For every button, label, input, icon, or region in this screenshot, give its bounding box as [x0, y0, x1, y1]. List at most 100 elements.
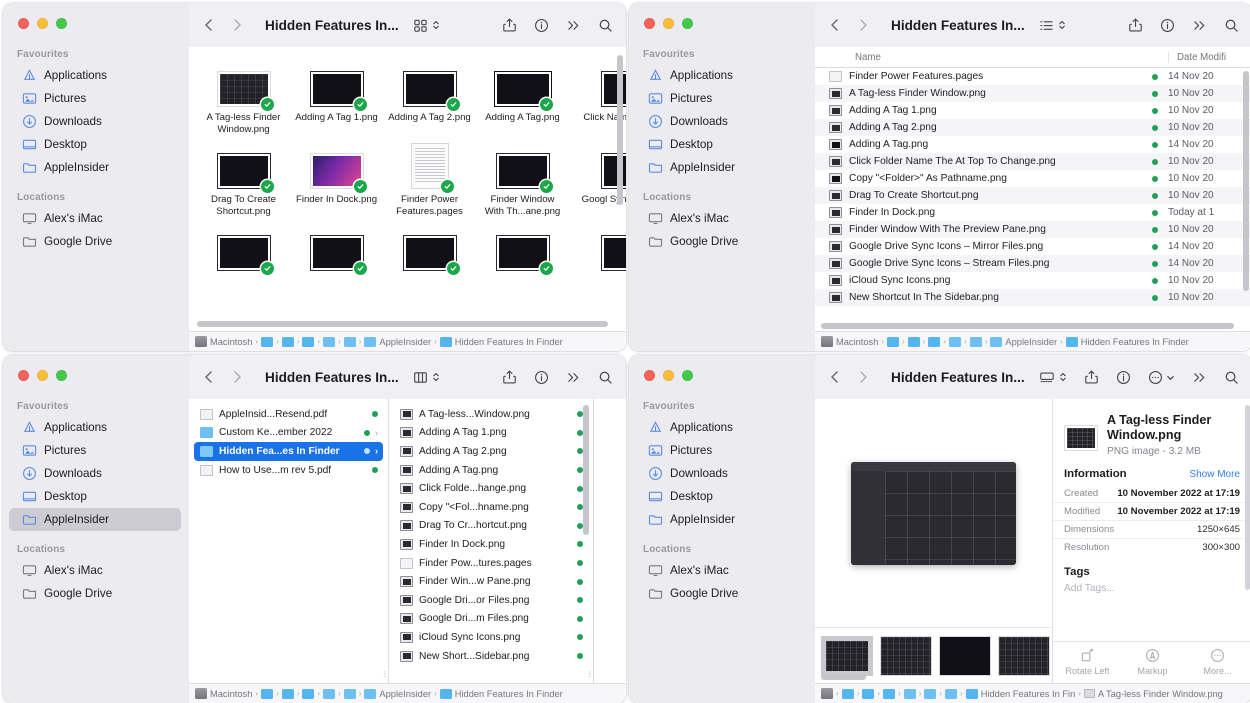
zoom-button[interactable]: [682, 370, 693, 381]
sidebar-item-appleinsider[interactable]: AppleInsider: [9, 156, 181, 179]
back-button[interactable]: [827, 369, 843, 385]
view-switcher[interactable]: [1039, 18, 1067, 33]
forward-button[interactable]: [229, 17, 245, 33]
zoom-button[interactable]: [56, 18, 67, 29]
list-item[interactable]: Google Dri...or Files.png: [394, 591, 588, 610]
forward-button[interactable]: [229, 369, 245, 385]
list-item[interactable]: iCloud Sync Icons.png: [394, 628, 588, 647]
table-row[interactable]: Adding A Tag.png 14 Nov 20: [815, 136, 1250, 153]
table-row[interactable]: Drag To Create Shortcut.png 10 Nov 20: [815, 187, 1250, 204]
finder-window-column-view[interactable]: Favourites Applications Pictures Downloa…: [3, 355, 626, 703]
breadcrumb-item[interactable]: [323, 688, 336, 699]
chevron-down-icon[interactable]: [1166, 373, 1175, 382]
sidebar-item-google-drive[interactable]: Google Drive: [9, 582, 181, 605]
zoom-button[interactable]: [56, 370, 67, 381]
breadcrumb-item-macintosh[interactable]: Macintosh: [195, 688, 252, 699]
file-item[interactable]: A Tag-less Finder Window.png: [197, 59, 290, 135]
table-row[interactable]: Adding A Tag 2.png 10 Nov 20: [815, 119, 1250, 136]
file-item[interactable]: [197, 223, 290, 276]
sidebar-item-downloads[interactable]: Downloads: [9, 462, 181, 485]
chevron-up-down-icon[interactable]: [1057, 18, 1067, 32]
window-traffic-lights[interactable]: [18, 18, 67, 29]
breadcrumb-item[interactable]: [887, 336, 900, 347]
breadcrumb-item[interactable]: [924, 688, 937, 699]
close-button[interactable]: [18, 18, 29, 29]
close-button[interactable]: [18, 370, 29, 381]
sidebar[interactable]: Favourites Applications Pictures Downloa…: [629, 3, 815, 351]
list-item[interactable]: Adding A Tag 1.png: [394, 424, 588, 443]
breadcrumb-item[interactable]: [903, 688, 916, 699]
window-traffic-lights[interactable]: [644, 18, 693, 29]
breadcrumb-item[interactable]: [323, 336, 336, 347]
nav-buttons[interactable]: [201, 369, 245, 385]
minimize-button[interactable]: [37, 18, 48, 29]
breadcrumb-item[interactable]: [343, 688, 356, 699]
back-button[interactable]: [201, 17, 217, 33]
column-header-date[interactable]: Date Modifi: [1168, 51, 1250, 63]
list-item[interactable]: Click Folde...hange.png: [394, 479, 588, 498]
sidebar-item-appleinsider[interactable]: AppleInsider: [635, 156, 807, 179]
share-icon[interactable]: [1084, 369, 1099, 385]
breadcrumb-item[interactable]: [862, 688, 875, 699]
filmstrip-thumbnail-selected[interactable]: [821, 635, 873, 676]
sidebar-item-pictures[interactable]: Pictures: [9, 87, 181, 110]
breadcrumb-item-current[interactable]: Hidden Features In Finder: [439, 688, 563, 699]
nav-buttons[interactable]: [827, 369, 871, 385]
table-row[interactable]: Click Folder Name The At Top To Change.p…: [815, 153, 1250, 170]
breadcrumb-item-current[interactable]: Hidden Features In Finder: [439, 336, 563, 347]
sidebar-item-desktop[interactable]: Desktop: [9, 133, 181, 156]
forward-button[interactable]: [855, 369, 871, 385]
close-button[interactable]: [644, 18, 655, 29]
toolbar[interactable]: Hidden Features In...: [189, 3, 626, 47]
breadcrumb-item[interactable]: [928, 336, 941, 347]
sidebar-item-desktop[interactable]: Desktop: [635, 133, 807, 156]
finder-window-list-view[interactable]: Favourites Applications Pictures Downloa…: [629, 3, 1250, 351]
finder-window-icon-view[interactable]: Favourites Applications Pictures Downloa…: [3, 3, 626, 351]
preview-actions[interactable]: Rotate Left Markup More...: [1053, 641, 1250, 683]
double-chevron-right-icon[interactable]: [1192, 18, 1207, 33]
close-button[interactable]: [644, 370, 655, 381]
toolbar-actions[interactable]: [1084, 369, 1239, 385]
forward-button[interactable]: [855, 17, 871, 33]
table-row[interactable]: A Tag-less Finder Window.png 10 Nov 20: [815, 85, 1250, 102]
sidebar-item-imac[interactable]: Alex's iMac: [9, 207, 181, 230]
toolbar[interactable]: Hidden Features In...: [815, 355, 1250, 399]
file-item[interactable]: Adding A Tag.png: [476, 59, 569, 135]
sidebar-item-imac[interactable]: Alex's iMac: [635, 207, 807, 230]
column-view-area[interactable]: AppleInsid...Resend.pdf Custom Ke...embe…: [189, 399, 626, 683]
list-item[interactable]: How to Use...m rev 5.pdf: [194, 461, 383, 480]
preview-pane[interactable]: A Tag-less Finder Window.png PNG image -…: [1052, 399, 1250, 683]
breadcrumb-item[interactable]: [281, 688, 294, 699]
breadcrumb-item[interactable]: [907, 336, 920, 347]
sidebar-item-pictures[interactable]: Pictures: [635, 87, 807, 110]
breadcrumb-item-appleinsider[interactable]: AppleInsider: [364, 336, 431, 347]
gallery-main[interactable]: [815, 399, 1052, 683]
gallery-view-area[interactable]: A Tag-less Finder Window.png PNG image -…: [815, 399, 1250, 683]
back-button[interactable]: [201, 369, 217, 385]
horizontal-scrollbar[interactable]: [821, 323, 1234, 329]
breadcrumb[interactable]: Macintosh › › › › › › AppleInsider › Hid…: [815, 331, 1250, 351]
sidebar[interactable]: Favourites Applications Pictures Downloa…: [3, 355, 189, 703]
double-chevron-right-icon[interactable]: [566, 18, 581, 33]
list-item[interactable]: A Tag-less...Window.png: [394, 405, 588, 424]
icon-view-icon[interactable]: [413, 18, 428, 33]
list-item[interactable]: New Short...Sidebar.png: [394, 647, 588, 666]
list-item[interactable]: Google Dri...m Files.png: [394, 610, 588, 629]
breadcrumb-item-current[interactable]: Hidden Features In Finder: [1065, 336, 1189, 347]
sidebar-item-applications[interactable]: Applications: [635, 416, 807, 439]
table-row[interactable]: Google Drive Sync Icons – Mirror Files.p…: [815, 238, 1250, 255]
share-icon[interactable]: [502, 17, 517, 33]
breadcrumb-item[interactable]: [949, 336, 962, 347]
minimize-button[interactable]: [37, 370, 48, 381]
breadcrumb-item[interactable]: [841, 688, 854, 699]
sidebar[interactable]: Favourites Applications Pictures Downloa…: [3, 3, 189, 351]
horizontal-scrollbar[interactable]: [197, 321, 608, 327]
icon-view-area[interactable]: A Tag-less Finder Window.png Adding A Ta…: [189, 47, 626, 331]
filmstrip-thumbnail[interactable]: [939, 635, 991, 676]
view-switcher[interactable]: [1039, 370, 1068, 385]
file-item[interactable]: [383, 223, 476, 276]
breadcrumb-item[interactable]: [281, 336, 294, 347]
breadcrumb-item-file[interactable]: A Tag-less Finder Window.png: [1083, 689, 1223, 699]
sidebar-item-applications[interactable]: Applications: [9, 416, 181, 439]
table-row[interactable]: Copy "<Folder>" As Pathname.png 10 Nov 20: [815, 170, 1250, 187]
